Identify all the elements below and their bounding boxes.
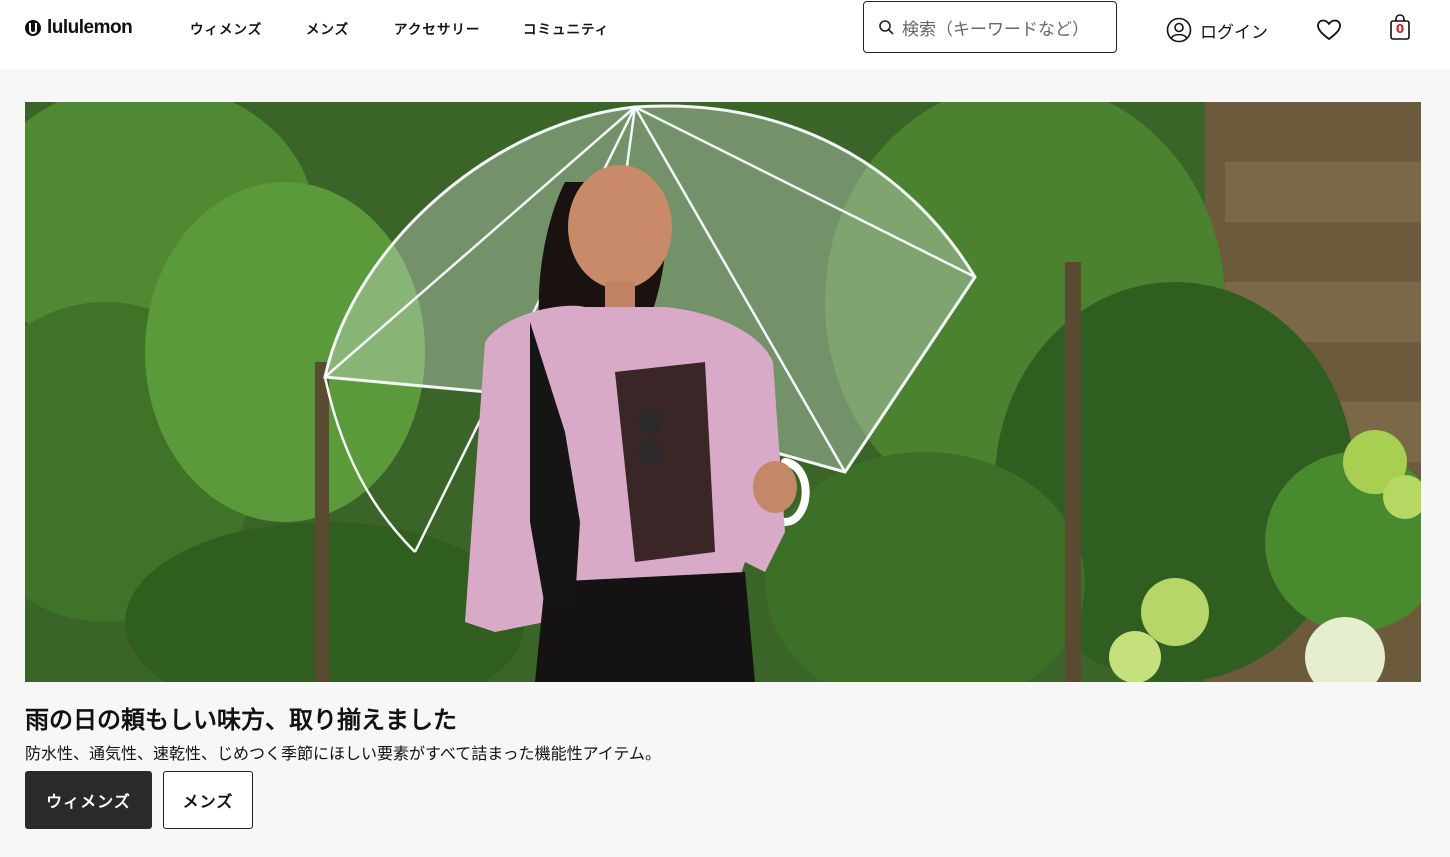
nav-item-accessories[interactable]: アクセサリー: [394, 18, 480, 38]
brand-name: lululemon: [47, 17, 133, 38]
nav-item-mens[interactable]: メンズ: [306, 18, 349, 38]
brand-logo[interactable]: lululemon: [25, 17, 133, 39]
login-button[interactable]: ログイン: [1166, 16, 1268, 44]
shop-mens-button[interactable]: メンズ: [163, 771, 253, 829]
login-label: ログイン: [1200, 22, 1268, 43]
shopping-bag-button[interactable]: 0: [1388, 13, 1412, 41]
hero-headline: 雨の日の頼もしい味方、取り揃えました: [25, 706, 457, 734]
wishlist-heart-icon[interactable]: [1315, 16, 1343, 44]
hero-photo-illustration: [25, 102, 1421, 682]
site-header: lululemon ウィメンズ メンズ アクセサリー コミュニティ 検索（キーワ…: [0, 0, 1450, 69]
search-icon: [879, 20, 894, 35]
nav-item-womens[interactable]: ウィメンズ: [190, 18, 262, 38]
lululemon-logo-icon: [25, 20, 41, 36]
shop-womens-button[interactable]: ウィメンズ: [25, 771, 152, 829]
search-input[interactable]: 検索（キーワードなど）: [863, 1, 1117, 53]
hero-image[interactable]: [25, 102, 1421, 682]
nav-item-community[interactable]: コミュニティ: [523, 18, 609, 38]
search-placeholder: 検索（キーワードなど）: [902, 19, 1089, 40]
user-account-icon: [1166, 17, 1192, 43]
cart-count-badge: 0: [1395, 22, 1405, 36]
hero-subcopy: 防水性、通気性、速乾性、じめつく季節にほしい要素がすべて詰まった機能性アイテム。: [25, 744, 662, 763]
